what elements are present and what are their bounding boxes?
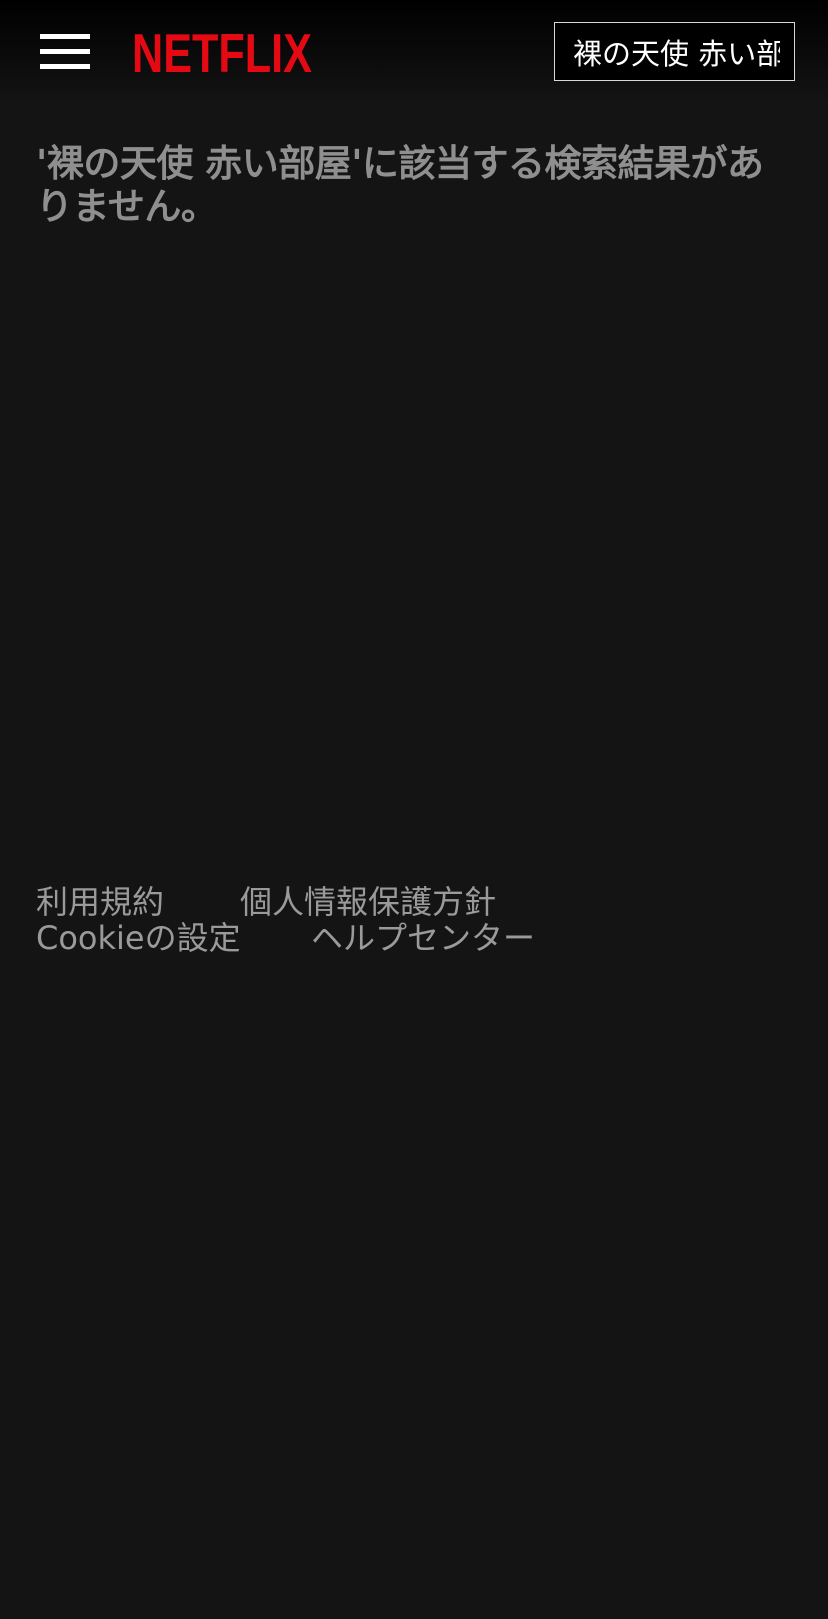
hamburger-menu-icon [40, 34, 90, 39]
search-input[interactable] [555, 23, 794, 80]
netflix-logo[interactable]: NETFLIX [132, 22, 312, 78]
top-navigation-bar: NETFLIX [0, 0, 828, 105]
hamburger-menu-icon-bar [40, 64, 90, 69]
no-results-message: '裸の天使 赤い部屋'に該当する検索結果がありません。 [36, 142, 764, 228]
footer-link-privacy-policy[interactable]: 個人情報保護方針 [240, 884, 496, 920]
hamburger-menu-button[interactable] [36, 30, 96, 76]
footer-link-cookie-settings[interactable]: Cookieの設定 [36, 920, 241, 956]
footer-link-terms[interactable]: 利用規約 [36, 884, 164, 920]
search-box[interactable] [554, 22, 795, 81]
netflix-logo-text: NETFLIX [132, 22, 312, 78]
hamburger-menu-icon-bar [40, 49, 90, 54]
footer-link-help-center[interactable]: ヘルプセンター [311, 920, 535, 956]
